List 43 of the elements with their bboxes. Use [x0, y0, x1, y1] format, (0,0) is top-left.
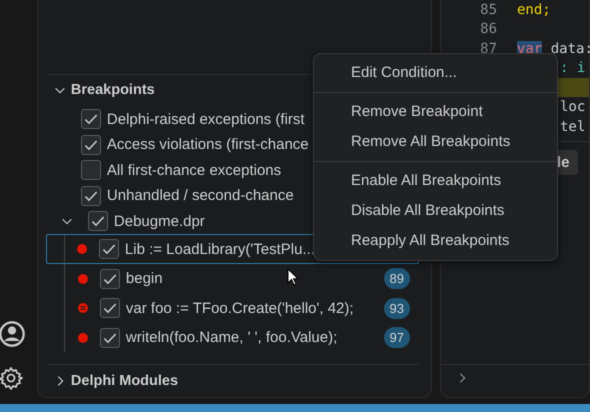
exception-label: Unhandled / second-chance [106, 187, 294, 204]
checkbox[interactable] [100, 298, 120, 318]
breakpoint-row[interactable]: var foo := TFoo.Create('hello', 42); 93 [64, 293, 419, 323]
line-number-badge: 97 [384, 327, 410, 348]
exception-label: Delphi-raised exceptions (first [106, 110, 304, 128]
line-number-badge: 93 [384, 298, 410, 319]
section-title: Delphi Modules [70, 373, 178, 390]
line-number: 86 [479, 21, 497, 38]
file-label: Debugme.dpr [114, 212, 205, 230]
line-number-badge: 89 [384, 268, 410, 290]
menu-item[interactable]: Disable All Breakpoints [314, 196, 557, 226]
settings-icon[interactable] [0, 366, 24, 390]
menu-item[interactable]: Edit Condition... [314, 58, 557, 88]
code-line: tel [560, 118, 586, 135]
checkbox[interactable] [80, 109, 101, 130]
code-line: : i [560, 60, 586, 76]
breakpoint-label: begin [126, 270, 163, 288]
checkbox[interactable] [100, 328, 120, 348]
breakpoint-label: Lib := LoadLibrary('TestPlu... [124, 240, 315, 258]
account-icon[interactable] [0, 320, 26, 348]
checkbox[interactable] [98, 239, 119, 260]
section-header[interactable]: Delphi Modules [46, 364, 419, 397]
code-line: loc [560, 99, 586, 116]
section-title: Breakpoints [70, 82, 155, 98]
breakpoint-icon [76, 244, 87, 254]
mouse-cursor-icon [287, 268, 299, 286]
breakpoint-icon [78, 274, 88, 284]
breakpoint-icon [78, 332, 88, 343]
exception-label: Access violations (first-chance [106, 136, 309, 154]
code-line: end; [517, 2, 551, 18]
checkbox[interactable] [80, 160, 101, 180]
checkbox[interactable] [80, 186, 101, 206]
breakpoint-label: writeln(foo.Name, ' ', foo.Value); [126, 329, 338, 346]
breakpoint-row[interactable]: writeln(foo.Name, ' ', foo.Value); 97 [64, 322, 419, 352]
conditional-breakpoint-icon [78, 303, 88, 314]
breakpoint-label: var foo := TFoo.Create('hello', 42); [126, 300, 354, 317]
checkbox[interactable] [88, 211, 108, 232]
exception-label: All first-chance exceptions [106, 162, 282, 179]
line-number: 87 [479, 40, 497, 57]
checkbox[interactable] [80, 134, 101, 155]
checkbox[interactable] [100, 268, 120, 289]
line-number: 85 [479, 2, 497, 18]
menu-item[interactable]: Remove Breakpoint [314, 97, 557, 127]
